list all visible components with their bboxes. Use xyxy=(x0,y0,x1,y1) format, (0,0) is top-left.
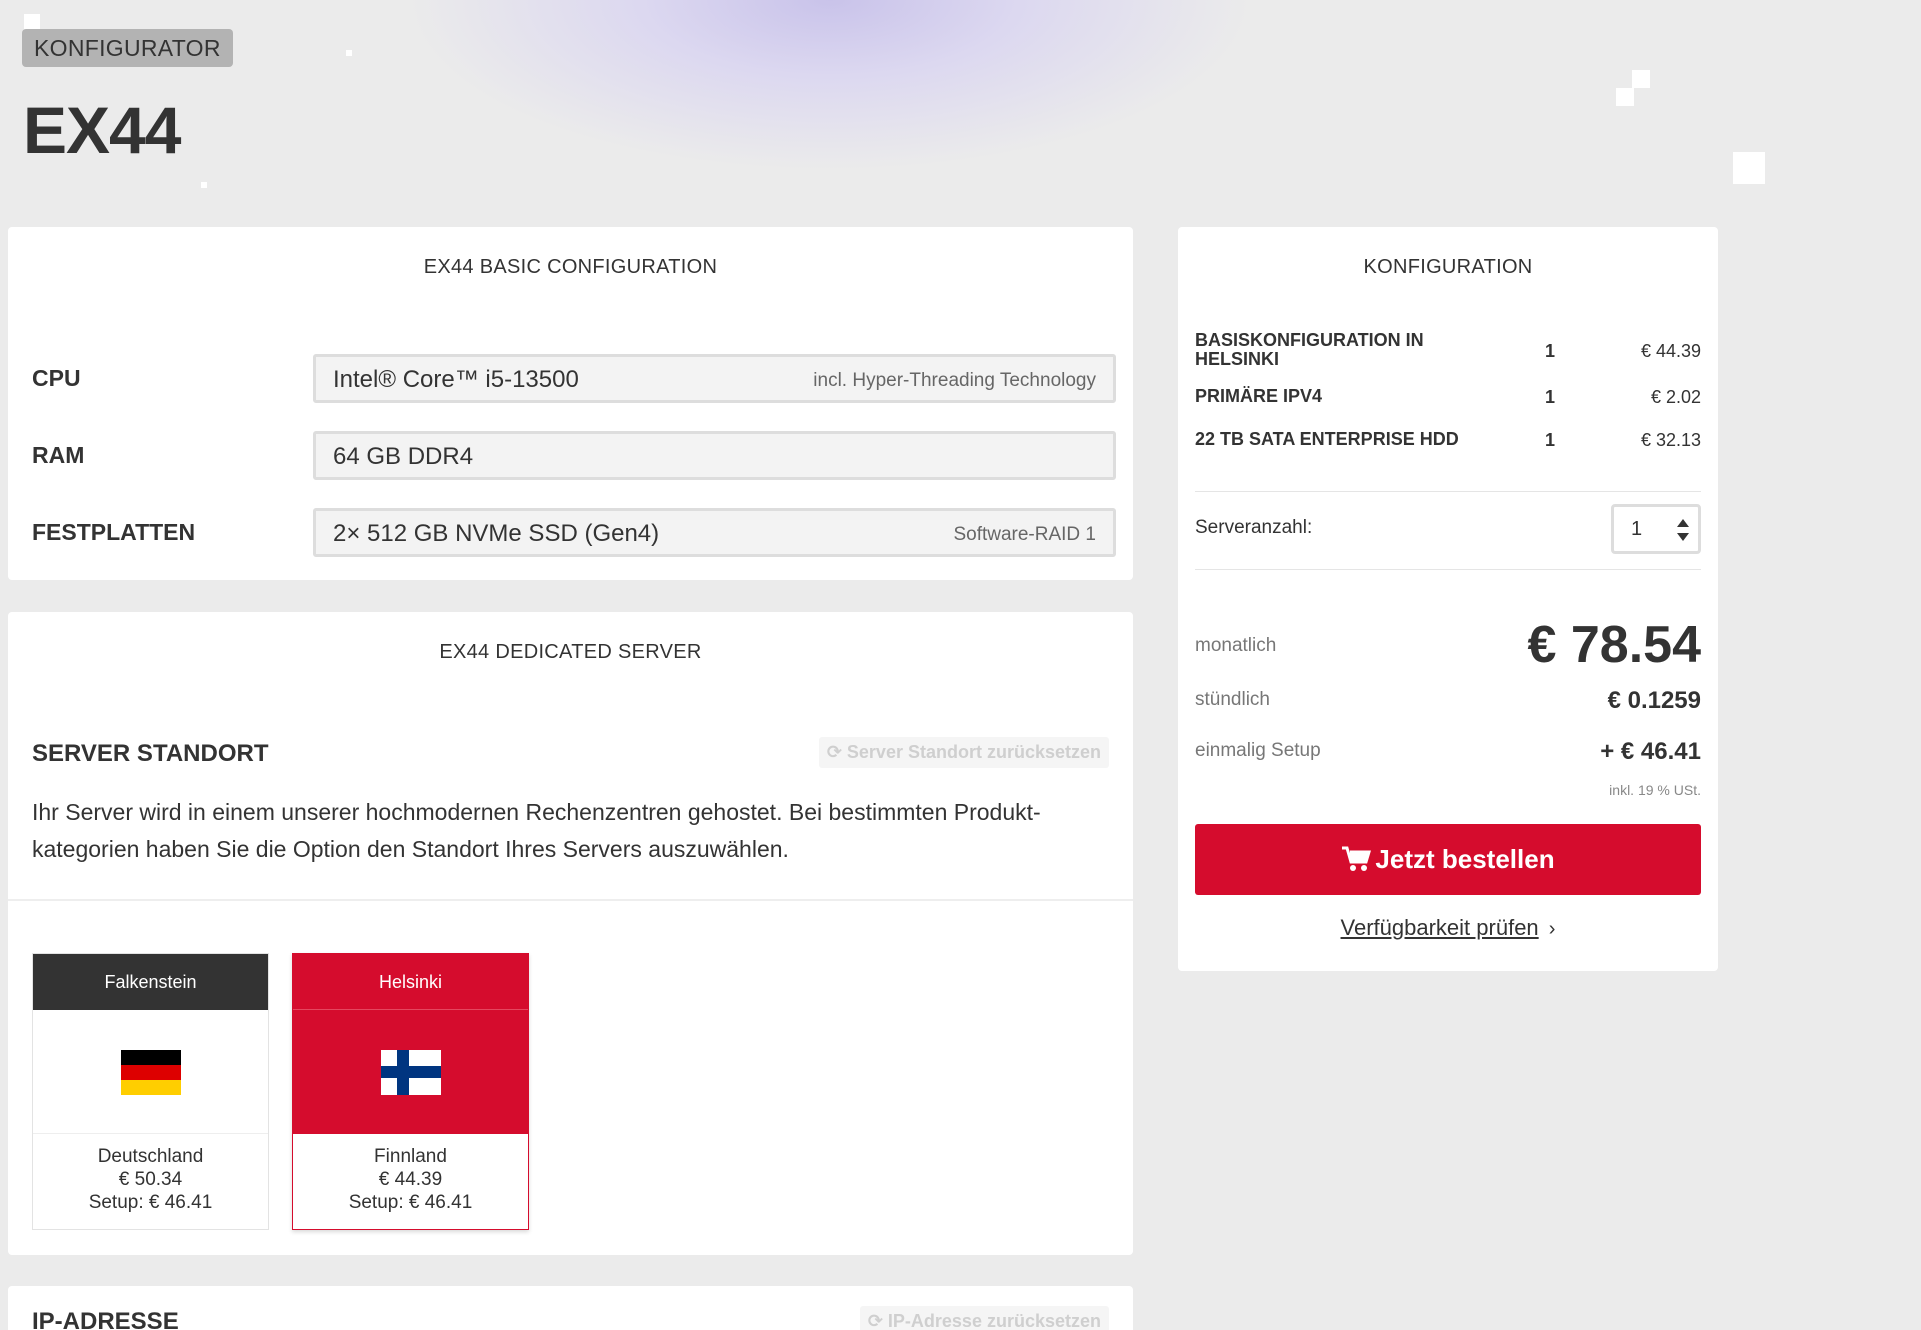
setup-label: einmalig Setup xyxy=(1195,740,1321,761)
location-option-falkenstein[interactable]: Falkenstein Deutschland € 50.34 Setup: €… xyxy=(32,953,269,1230)
reset-location-label: Server Standort zurücksetzen xyxy=(846,742,1101,762)
monthly-label: monatlich xyxy=(1195,635,1277,656)
summary-item-qty: 1 xyxy=(1545,387,1556,407)
de-flag-icon xyxy=(121,1050,181,1095)
refresh-icon: ⟳ xyxy=(826,742,847,762)
vat-note: inkl. 19 % USt. xyxy=(1609,782,1701,798)
location-info: Deutschland € 50.34 Setup: € 46.41 xyxy=(33,1145,268,1214)
section-divider xyxy=(8,899,1133,901)
ip-address-card: IP-ADRESSE ⟳ IP-Adresse zurücksetzen xyxy=(8,1286,1133,1330)
flag-area xyxy=(293,1010,528,1134)
storage-label: FESTPLATTEN xyxy=(32,519,196,545)
server-count-stepper[interactable]: 1 xyxy=(1611,504,1701,554)
summary-title: KONFIGURATION xyxy=(1363,256,1533,278)
location-option-helsinki[interactable]: Helsinki Finnland € 44.39 Setup: € 46.41 xyxy=(292,953,529,1230)
flag-area xyxy=(33,1010,268,1134)
ram-label: RAM xyxy=(32,442,85,468)
location-setup: Setup: € 46.41 xyxy=(88,1192,213,1213)
summary-item-qty: 1 xyxy=(1545,341,1556,361)
availability-link[interactable]: Verfügbarkeit prüfen › xyxy=(1178,915,1718,941)
ip-address-heading: IP-ADRESSE xyxy=(32,1308,179,1330)
basic-config-title: EX44 BASIC CONFIGURATION xyxy=(423,256,718,278)
decor-square xyxy=(1616,88,1634,106)
decor-square xyxy=(346,50,352,56)
summary-item-label: BASISKONFIGURATION IN HELSINKI xyxy=(1195,330,1424,369)
decor-square xyxy=(1632,70,1650,88)
hourly-label: stündlich xyxy=(1195,689,1270,710)
cpu-field: Intel® Core™ i5-13500 incl. Hyper-Thread… xyxy=(313,354,1116,403)
summary-item-label: 22 TB SATA ENTERPRISE HDD xyxy=(1195,429,1459,449)
location-setup: Setup: € 46.41 xyxy=(348,1192,473,1213)
dedicated-server-card: EX44 DEDICATED SERVER SERVER STANDORT ⟳ … xyxy=(8,612,1133,1255)
location-country: Finnland xyxy=(374,1146,447,1167)
refresh-icon: ⟳ xyxy=(867,1311,888,1330)
location-name: Falkenstein xyxy=(33,954,268,1010)
decor-square xyxy=(201,182,207,188)
fi-flag-icon xyxy=(381,1050,441,1095)
availability-label: Verfügbarkeit prüfen xyxy=(1340,915,1539,940)
chevron-right-icon: › xyxy=(1548,918,1556,940)
basic-config-card: EX44 BASIC CONFIGURATION CPU Intel® Core… xyxy=(8,227,1133,580)
server-location-heading: SERVER STANDORT xyxy=(32,740,269,767)
location-price: € 44.39 xyxy=(378,1169,443,1190)
storage-value: 2× 512 GB NVMe SSD (Gen4) xyxy=(333,520,660,547)
server-count-label: Serveranzahl: xyxy=(1195,517,1313,538)
stepper-arrows-icon[interactable] xyxy=(1676,517,1690,543)
cpu-value: Intel® Core™ i5-13500 xyxy=(333,366,579,393)
summary-item-price: € 44.39 xyxy=(1640,341,1701,361)
location-country: Deutschland xyxy=(97,1146,204,1167)
reset-ip-button[interactable]: ⟳ IP-Adresse zurücksetzen xyxy=(859,1306,1109,1330)
configuration-summary-card: KONFIGURATION BASISKONFIGURATION IN HELS… xyxy=(1178,227,1718,971)
hourly-price: € 0.1259 xyxy=(1607,687,1701,714)
location-price: € 50.34 xyxy=(118,1169,183,1190)
location-name: Helsinki xyxy=(293,954,528,1010)
location-info: Finnland € 44.39 Setup: € 46.41 xyxy=(293,1145,528,1214)
setup-price: + € 46.41 xyxy=(1600,738,1701,765)
server-count-value: 1 xyxy=(1631,518,1643,540)
dedicated-server-title: EX44 DEDICATED SERVER xyxy=(439,641,702,663)
summary-item-price: € 2.02 xyxy=(1650,387,1701,407)
summary-item-price: € 32.13 xyxy=(1640,430,1701,450)
location-description: Ihr Server wird in einem unserer hochmod… xyxy=(32,799,1041,862)
configurator-badge: KONFIGURATOR xyxy=(22,29,233,67)
monthly-price: € 78.54 xyxy=(1527,616,1702,674)
order-button-label: Jetzt bestellen xyxy=(1375,844,1555,874)
cpu-label: CPU xyxy=(32,365,81,391)
reset-location-button[interactable]: ⟳ Server Standort zurücksetzen xyxy=(818,737,1109,768)
ram-value: 64 GB DDR4 xyxy=(333,443,474,470)
reset-ip-label: IP-Adresse zurücksetzen xyxy=(887,1311,1101,1330)
summary-divider xyxy=(1195,569,1701,570)
cart-icon xyxy=(1342,846,1372,871)
summary-item-label: PRIMÄRE IPV4 xyxy=(1195,386,1323,406)
storage-note: Software-RAID 1 xyxy=(953,524,1096,545)
page-title: EX44 xyxy=(23,93,181,167)
ram-field: 64 GB DDR4 xyxy=(313,431,1116,480)
cpu-note: incl. Hyper-Threading Technology xyxy=(813,370,1096,391)
decor-square xyxy=(1733,152,1765,184)
summary-divider xyxy=(1195,491,1701,492)
order-button[interactable]: Jetzt bestellen xyxy=(1195,824,1701,895)
hero-background xyxy=(0,0,1921,240)
decor-square xyxy=(24,14,40,30)
summary-item-qty: 1 xyxy=(1545,430,1556,450)
storage-field: 2× 512 GB NVMe SSD (Gen4) Software-RAID … xyxy=(313,508,1116,557)
